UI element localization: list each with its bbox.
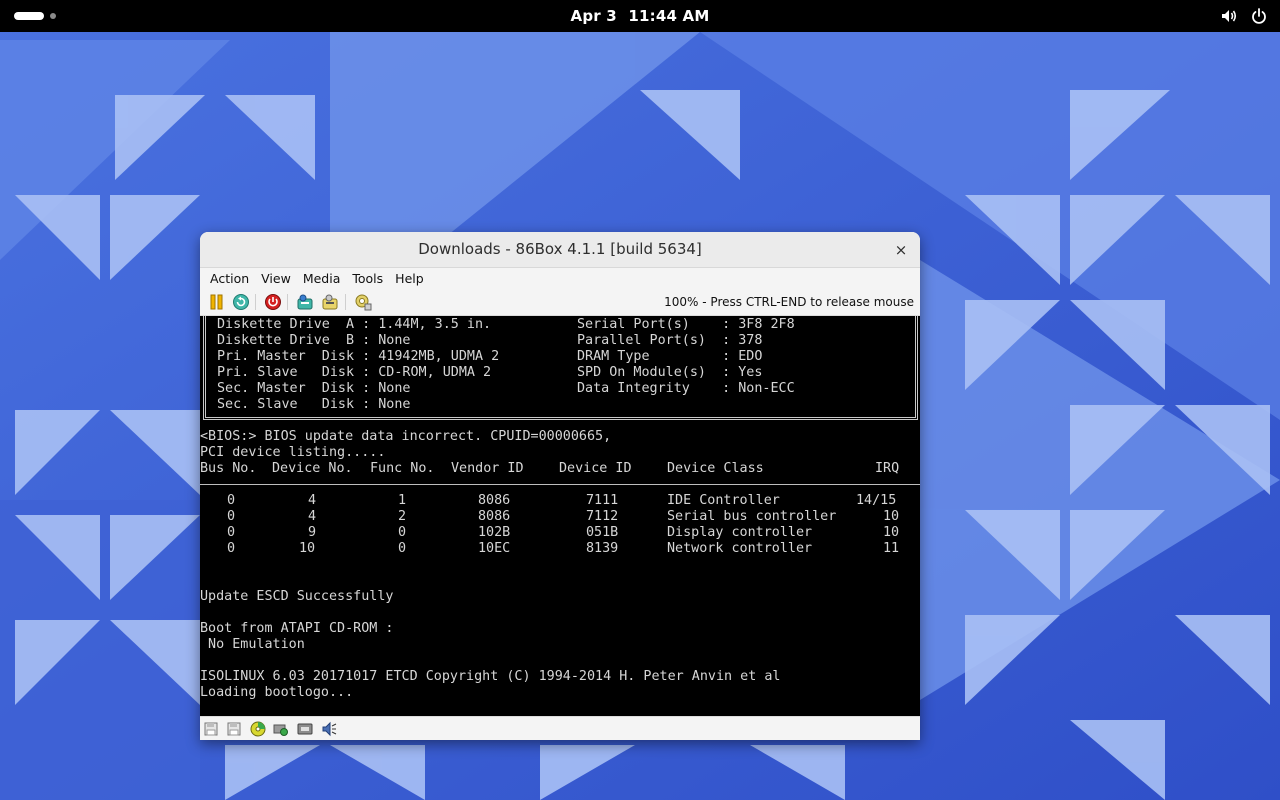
boot-emulation-line: No Emulation (200, 637, 305, 652)
clock[interactable]: Apr 3 11:44 AM (0, 0, 1280, 32)
menu-tools[interactable]: Tools (346, 271, 389, 286)
pci-header-vendor: Vendor ID (451, 461, 524, 476)
toolbar-separator (255, 294, 256, 310)
menu-view[interactable]: View (255, 271, 297, 286)
status-bar (200, 716, 920, 740)
pci-cell: 7112 (586, 509, 619, 524)
config-right-line: DRAM Type : EDO (577, 349, 763, 364)
cdrom-icon[interactable] (250, 721, 266, 737)
pci-header-device: Device No. (272, 461, 353, 476)
mouse-capture-status: 100% - Press CTRL-END to release mouse (664, 295, 914, 309)
volume-icon[interactable] (1220, 7, 1238, 25)
config-left-line: Sec. Slave Disk : None (217, 397, 411, 412)
floppy-b-icon[interactable] (226, 721, 242, 737)
ctrl-alt-esc-icon[interactable] (296, 293, 314, 311)
config-left-line: Pri. Slave Disk : CD-ROM, UDMA 2 (217, 365, 492, 380)
hard-disk-icon[interactable] (273, 721, 289, 737)
pci-cell: 10 (883, 525, 900, 540)
floppy-a-icon[interactable] (203, 721, 219, 737)
pci-cell: 8139 (586, 541, 619, 556)
pci-header-class: Device Class (667, 461, 764, 476)
clock-time: 11:44 AM (628, 7, 710, 25)
ctrl-alt-del-icon[interactable] (264, 293, 282, 311)
pci-header-device-id: Device ID (559, 461, 632, 476)
sound-icon[interactable] (321, 721, 337, 737)
menu-action[interactable]: Action (204, 271, 255, 286)
pci-cell: 7111 (586, 493, 619, 508)
settings-icon[interactable] (321, 293, 339, 311)
pci-header-bus: Bus No. (200, 461, 257, 476)
pci-cell: 11 (883, 541, 900, 556)
toolbar-separator (345, 294, 346, 310)
clock-date: Apr 3 (570, 7, 617, 25)
pci-cell: IDE Controller (667, 493, 780, 508)
power-icon[interactable] (1250, 7, 1268, 25)
pci-cell: Display controller (667, 525, 813, 540)
config-left-line: Diskette Drive B : None (217, 333, 411, 348)
config-right-line: Data Integrity : Non-ECC (577, 381, 795, 396)
pci-header-func: Func No. (370, 461, 435, 476)
isolinux-banner: ISOLINUX 6.03 20171017 ETCD Copyright (C… (200, 669, 781, 684)
emulator-screen[interactable]: Diskette Drive A : 1.44M, 3.5 in. Serial… (200, 316, 920, 716)
pci-cell: 0 (398, 541, 407, 556)
pci-cell: 0 (227, 493, 236, 508)
network-icon[interactable] (297, 721, 313, 737)
loading-bootlogo-line: Loading bootlogo... (200, 685, 354, 700)
pci-cell: 14/15 (856, 493, 897, 508)
menu-bar: Action View Media Tools Help (200, 268, 920, 288)
top-bar: Apr 3 11:44 AM (0, 0, 1280, 32)
pci-cell: 10 (883, 509, 900, 524)
pci-cell: Network controller (667, 541, 813, 556)
pci-cell: 4 (308, 509, 317, 524)
menu-help[interactable]: Help (389, 271, 430, 286)
pci-cell: 8086 (478, 509, 511, 524)
screenshot-icon[interactable] (354, 293, 372, 311)
escd-message: Update ESCD Successfully (200, 589, 394, 604)
system-tray[interactable] (1220, 7, 1268, 25)
pci-header-divider (200, 484, 920, 485)
pci-cell: 0 (227, 541, 236, 556)
toolbar-separator (287, 294, 288, 310)
86box-window: Downloads - 86Box 4.1.1 [build 5634] × A… (200, 232, 920, 740)
config-left-line: Sec. Master Disk : None (217, 381, 411, 396)
pci-cell: 0 (398, 525, 407, 540)
pci-cell: 4 (308, 493, 317, 508)
config-right-line: Parallel Port(s) : 378 (577, 333, 763, 348)
pci-cell: 0 (227, 509, 236, 524)
close-button[interactable]: × (890, 239, 912, 261)
pci-cell: 0 (227, 525, 236, 540)
pci-cell: 10EC (478, 541, 511, 556)
config-left-line: Diskette Drive A : 1.44M, 3.5 in. (217, 317, 492, 332)
pci-header-irq: IRQ (875, 461, 900, 476)
config-right-line: SPD On Module(s) : Yes (577, 365, 763, 380)
window-title: Downloads - 86Box 4.1.1 [build 5634] (418, 240, 702, 258)
pci-cell: 051B (586, 525, 619, 540)
pci-cell: 102B (478, 525, 511, 540)
close-icon: × (894, 241, 908, 259)
pci-cell: 9 (308, 525, 317, 540)
pause-icon[interactable] (208, 293, 226, 311)
menu-media[interactable]: Media (297, 271, 347, 286)
config-left-line: Pri. Master Disk : 41942MB, UDMA 2 (217, 349, 500, 364)
pci-listing-title: PCI device listing..... (200, 445, 386, 460)
pci-cell: Serial bus controller (667, 509, 837, 524)
hard-reset-icon[interactable] (232, 293, 250, 311)
pci-cell: 1 (398, 493, 407, 508)
toolbar: 100% - Press CTRL-END to release mouse (200, 289, 920, 316)
pci-cell: 10 (299, 541, 316, 556)
pci-cell: 2 (398, 509, 407, 524)
bios-message-line: <BIOS:> BIOS update data incorrect. CPUI… (200, 429, 612, 444)
window-titlebar[interactable]: Downloads - 86Box 4.1.1 [build 5634] × (200, 232, 920, 268)
config-right-line: Serial Port(s) : 3F8 2F8 (577, 317, 795, 332)
pci-cell: 8086 (478, 493, 511, 508)
boot-device-line: Boot from ATAPI CD-ROM : (200, 621, 394, 636)
